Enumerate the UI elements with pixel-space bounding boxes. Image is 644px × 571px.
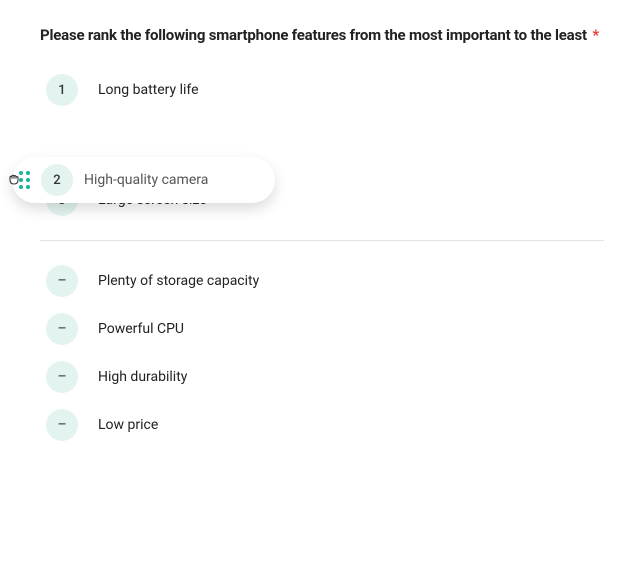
rank-number: 2	[53, 173, 60, 188]
rank-dash: –	[58, 369, 67, 385]
grab-cursor-icon	[6, 172, 22, 188]
required-indicator: *	[592, 26, 599, 44]
rank-item[interactable]: – Low price	[46, 409, 604, 441]
rank-item[interactable]: – Plenty of storage capacity	[46, 265, 604, 297]
rank-badge: 2	[41, 164, 73, 196]
rank-dash: –	[58, 321, 67, 337]
rank-dash: –	[58, 417, 67, 433]
rank-label: High durability	[98, 369, 187, 385]
unranked-list: – Plenty of storage capacity – Powerful …	[40, 265, 604, 441]
rank-number: 1	[58, 83, 65, 98]
rank-dash: –	[58, 273, 67, 289]
rank-item[interactable]: – High durability	[46, 361, 604, 393]
rank-label: Plenty of storage capacity	[98, 273, 259, 289]
rank-item[interactable]: 1 Long battery life	[46, 74, 604, 106]
rank-badge: –	[46, 313, 78, 345]
rank-badge: –	[46, 265, 78, 297]
question-text: Please rank the following smartphone fea…	[40, 26, 587, 44]
rank-item[interactable]: – Powerful CPU	[46, 313, 604, 345]
dragging-item[interactable]: 2 High-quality camera	[12, 157, 275, 203]
question-title: Please rank the following smartphone fea…	[40, 25, 604, 46]
section-divider	[40, 240, 604, 241]
rank-badge: 1	[46, 74, 78, 106]
rank-label: High-quality camera	[84, 172, 208, 188]
rank-label: Powerful CPU	[98, 321, 184, 337]
rank-badge: –	[46, 409, 78, 441]
rank-badge: –	[46, 361, 78, 393]
rank-label: Long battery life	[98, 82, 199, 98]
rank-label: Low price	[98, 417, 158, 433]
